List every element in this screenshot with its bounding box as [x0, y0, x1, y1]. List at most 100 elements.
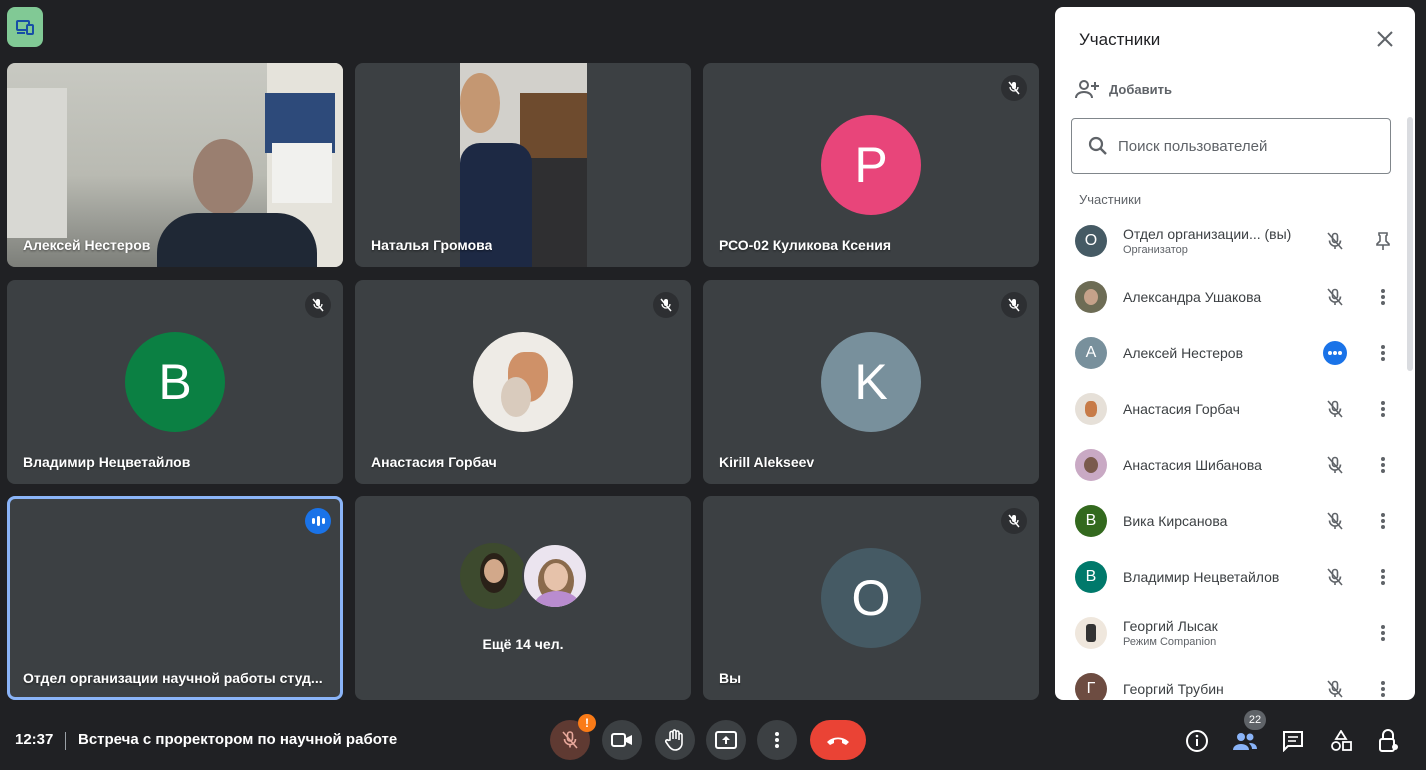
more-options-button[interactable]: [1371, 453, 1395, 477]
participant-tile[interactable]: Наталья Громова: [355, 63, 691, 267]
participant-avatar: B: [1075, 561, 1107, 593]
present-screen-button[interactable]: [706, 720, 746, 760]
activities-icon: [1331, 730, 1352, 751]
more-vert-icon: [1381, 569, 1385, 585]
more-vert-icon: [1381, 681, 1385, 697]
raise-hand-button[interactable]: [655, 720, 695, 760]
participant-row[interactable]: Г Георгий Трубин: [1075, 661, 1395, 700]
participant-row[interactable]: Александра Ушакова: [1075, 269, 1395, 325]
meeting-details-button[interactable]: [1184, 728, 1210, 754]
participant-row[interactable]: Георгий Лысак Режим Companion: [1075, 605, 1395, 661]
panel-title: Участники: [1079, 30, 1161, 49]
mic-off-icon: [1001, 508, 1027, 534]
participant-name: Алексей Нестеров: [1123, 345, 1244, 361]
more-options-button[interactable]: [757, 720, 797, 760]
more-options-button[interactable]: [1371, 509, 1395, 533]
more-vert-icon: [1381, 457, 1385, 473]
chat-button[interactable]: [1280, 728, 1306, 754]
mic-off-icon: [1323, 509, 1347, 533]
more-options-button[interactable]: [1371, 621, 1395, 645]
more-options-button[interactable]: [1371, 341, 1395, 365]
mic-off-icon: [653, 292, 679, 318]
chat-icon: [1283, 731, 1303, 752]
mic-off-icon: [1323, 397, 1347, 421]
participant-avatar-image: [1075, 393, 1107, 425]
participant-name: Анастасия Горбач: [371, 454, 497, 470]
participant-row[interactable]: Анастасия Горбач: [1075, 381, 1395, 437]
mic-off-icon: [1323, 229, 1347, 253]
person-add-icon: [1075, 80, 1099, 99]
more-options-button[interactable]: [1371, 397, 1395, 421]
participant-row[interactable]: O Отдел организации... (вы) Организатор: [1075, 213, 1395, 269]
participant-role: Организатор: [1123, 244, 1188, 256]
participant-row[interactable]: B Вика Кирсанова: [1075, 493, 1395, 549]
participant-tile[interactable]: B Владимир Нецветайлов: [7, 280, 343, 484]
clock: 12:37: [15, 731, 54, 748]
participant-avatar: K: [821, 332, 921, 432]
more-participants-tile[interactable]: Ещё 14 чел.: [355, 496, 691, 700]
participant-name: Александра Ушакова: [1123, 289, 1262, 305]
add-people-label: Добавить: [1109, 81, 1172, 97]
mic-off-icon: [1001, 292, 1027, 318]
leave-call-button[interactable]: [810, 720, 866, 760]
participant-name: Вы: [719, 670, 742, 686]
pin-button[interactable]: [1371, 229, 1395, 253]
participant-name: Георгий Трубин: [1123, 681, 1224, 697]
camera-toggle-button[interactable]: [602, 720, 642, 760]
activities-button[interactable]: [1328, 728, 1354, 754]
participant-name: Анастасия Горбач: [1123, 401, 1240, 417]
participant-name: Георгий Лысак: [1123, 618, 1218, 634]
participants-button[interactable]: [1232, 728, 1258, 754]
participant-tile[interactable]: Анастасия Горбач: [355, 280, 691, 484]
panel-scrollbar[interactable]: [1407, 117, 1413, 371]
more-options-button[interactable]: [1371, 285, 1395, 309]
participant-tile[interactable]: K Kirill Alekseev: [703, 280, 1039, 484]
add-people-button[interactable]: Добавить: [1075, 79, 1172, 99]
microphone-toggle-button[interactable]: !: [550, 714, 596, 760]
participant-avatar: P: [821, 115, 921, 215]
more-options-button[interactable]: [1371, 677, 1395, 700]
participant-avatar: B: [1075, 505, 1107, 537]
participant-name: Анастасия Шибанова: [1123, 457, 1262, 473]
participant-tile[interactable]: Алексей Нестеров: [7, 63, 343, 267]
participant-row[interactable]: A Алексей Нестеров: [1075, 325, 1395, 381]
more-vert-icon: [1381, 513, 1385, 529]
participant-name: Kirill Alekseev: [719, 454, 815, 470]
participant-search-input[interactable]: Поиск пользователей: [1071, 118, 1391, 174]
participant-tile-active-speaker[interactable]: Отдел организации научной работы студ...: [7, 496, 343, 700]
participant-avatar: Г: [1075, 673, 1107, 700]
participant-row[interactable]: Анастасия Шибанова: [1075, 437, 1395, 493]
mic-off-icon: [305, 292, 331, 318]
participant-count-badge: 22: [1244, 710, 1266, 730]
host-controls-button[interactable]: [1376, 728, 1402, 754]
participant-avatar-image: [460, 543, 526, 609]
participant-name: Владимир Нецветайлов: [1123, 569, 1280, 585]
participant-row[interactable]: B Владимир Нецветайлов: [1075, 549, 1395, 605]
more-options-button[interactable]: [1371, 565, 1395, 589]
participant-avatar: B: [125, 332, 225, 432]
close-panel-button[interactable]: [1373, 27, 1397, 51]
hand-icon: [665, 729, 683, 751]
companion-mode-button[interactable]: [7, 7, 43, 47]
participant-name: Отдел организации научной работы студ...: [23, 670, 323, 686]
participant-tile[interactable]: P РСО-02 Куликова Ксения: [703, 63, 1039, 267]
mic-off-icon: [1323, 453, 1347, 477]
self-tile[interactable]: O Вы: [703, 496, 1039, 700]
more-vert-icon: [1381, 401, 1385, 417]
pin-icon: [1376, 232, 1390, 250]
participant-avatar: A: [1075, 337, 1107, 369]
participant-name: Отдел организации... (вы): [1123, 226, 1292, 242]
more-vert-icon: [775, 732, 779, 748]
participant-avatar-image: [1075, 449, 1107, 481]
participant-avatar-image: [473, 332, 573, 432]
meeting-title: Встреча с проректором по научной работе: [78, 731, 398, 748]
participant-avatar: O: [1075, 225, 1107, 257]
participant-role: Режим Companion: [1123, 636, 1217, 648]
warning-badge: !: [578, 714, 596, 732]
mic-off-icon: [1001, 75, 1027, 101]
speaking-indicator-icon: [1323, 341, 1347, 365]
participant-avatar-image: [1075, 617, 1107, 649]
meet-window: Алексей Нестеров Наталья Громова P РСО-0…: [0, 0, 1426, 770]
more-vert-icon: [1381, 345, 1385, 361]
speaking-indicator-icon: [305, 508, 331, 534]
